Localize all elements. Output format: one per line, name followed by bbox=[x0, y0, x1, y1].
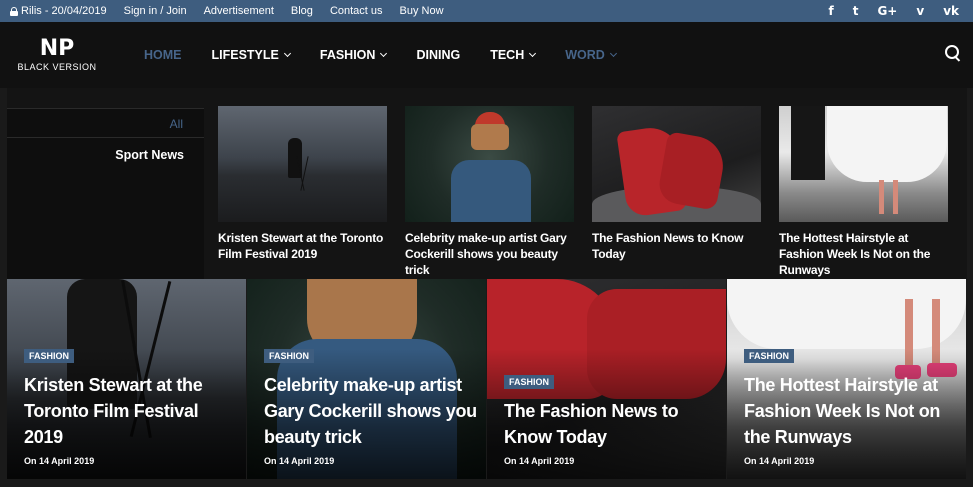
chevron-down-icon bbox=[609, 49, 617, 58]
featured-title[interactable]: Celebrity make-up artist Gary Cockerill … bbox=[264, 372, 479, 450]
chevron-down-icon bbox=[283, 49, 291, 58]
mega-menu-sidebar: All Sport News bbox=[7, 108, 204, 279]
nav-tech[interactable]: TECH bbox=[490, 48, 537, 62]
blog-link[interactable]: Blog bbox=[291, 5, 313, 17]
featured-title[interactable]: Kristen Stewart at the Toronto Film Fest… bbox=[24, 372, 239, 450]
mega-card[interactable]: The Hottest Hairstyle at Fashion Week Is… bbox=[779, 106, 948, 278]
featured-post[interactable]: FASHION The Hottest Hairstyle at Fashion… bbox=[727, 279, 966, 479]
social-links: f t G+ v vk bbox=[809, 0, 959, 22]
facebook-icon[interactable]: f bbox=[828, 4, 833, 18]
card-image[interactable] bbox=[405, 106, 574, 222]
top-links: Rilis - 20/04/2019 Sign in / Join Advert… bbox=[0, 5, 461, 17]
category-badge[interactable]: FASHION bbox=[504, 375, 555, 389]
card-title[interactable]: Celebrity make-up artist Gary Cockerill … bbox=[405, 230, 574, 278]
category-badge[interactable]: FASHION bbox=[24, 349, 75, 363]
card-image[interactable] bbox=[218, 106, 387, 222]
lock-icon bbox=[10, 6, 18, 16]
featured-post[interactable]: FASHION The Fashion News to Know Today O… bbox=[487, 279, 726, 479]
featured-date: On 14 April 2019 bbox=[504, 456, 575, 466]
nav-dining[interactable]: DINING bbox=[416, 48, 460, 62]
site-logo[interactable]: NP BLACK VERSION bbox=[12, 36, 102, 73]
twitter-icon[interactable]: t bbox=[853, 4, 859, 18]
card-image[interactable] bbox=[592, 106, 761, 222]
card-title[interactable]: The Hottest Hairstyle at Fashion Week Is… bbox=[779, 230, 948, 278]
vk-icon[interactable]: vk bbox=[943, 4, 959, 18]
featured-date: On 14 April 2019 bbox=[264, 456, 335, 466]
buy-now-link[interactable]: Buy Now bbox=[400, 5, 444, 17]
nav-word[interactable]: WORD bbox=[565, 48, 617, 62]
chevron-down-icon bbox=[380, 49, 388, 58]
card-title[interactable]: Kristen Stewart at the Toronto Film Fest… bbox=[218, 230, 387, 262]
mega-card[interactable]: The Fashion News to Know Today bbox=[592, 106, 761, 262]
featured-grid: FASHION Kristen Stewart at the Toronto F… bbox=[7, 279, 967, 479]
featured-title[interactable]: The Fashion News to Know Today bbox=[504, 398, 719, 450]
category-badge[interactable]: FASHION bbox=[744, 349, 795, 363]
contact-link[interactable]: Contact us bbox=[330, 5, 383, 17]
featured-post[interactable]: FASHION Celebrity make-up artist Gary Co… bbox=[247, 279, 486, 479]
googleplus-icon[interactable]: G+ bbox=[877, 4, 897, 18]
logo-subtitle: BLACK VERSION bbox=[17, 62, 97, 72]
mega-menu-sport-news[interactable]: Sport News bbox=[7, 148, 204, 162]
mega-card[interactable]: Kristen Stewart at the Toronto Film Fest… bbox=[218, 106, 387, 262]
featured-post[interactable]: FASHION Kristen Stewart at the Toronto F… bbox=[7, 279, 246, 479]
signin-link[interactable]: Sign in / Join bbox=[124, 5, 187, 17]
release-date: Rilis - 20/04/2019 bbox=[10, 5, 107, 17]
vimeo-icon[interactable]: v bbox=[916, 4, 924, 18]
mega-menu-all[interactable]: All bbox=[7, 108, 204, 138]
nav-lifestyle[interactable]: LIFESTYLE bbox=[212, 48, 291, 62]
top-bar: Rilis - 20/04/2019 Sign in / Join Advert… bbox=[0, 0, 973, 22]
search-icon[interactable] bbox=[945, 45, 963, 63]
advertisement-link[interactable]: Advertisement bbox=[204, 5, 274, 17]
nav-fashion[interactable]: FASHION bbox=[320, 48, 388, 62]
card-title[interactable]: The Fashion News to Know Today bbox=[592, 230, 761, 262]
main-nav: HOME LIFESTYLE FASHION DINING TECH WORD bbox=[144, 22, 646, 88]
logo-mark: NP bbox=[39, 36, 75, 61]
featured-date: On 14 April 2019 bbox=[744, 456, 815, 466]
mega-card[interactable]: Celebrity make-up artist Gary Cockerill … bbox=[405, 106, 574, 278]
category-badge[interactable]: FASHION bbox=[264, 349, 315, 363]
nav-home[interactable]: HOME bbox=[144, 48, 182, 62]
main-header: NP BLACK VERSION HOME LIFESTYLE FASHION … bbox=[0, 22, 973, 88]
card-image[interactable] bbox=[779, 106, 948, 222]
featured-title[interactable]: The Hottest Hairstyle at Fashion Week Is… bbox=[744, 372, 959, 450]
featured-date: On 14 April 2019 bbox=[24, 456, 95, 466]
mega-menu: All Sport News Kristen Stewart at the To… bbox=[7, 88, 967, 279]
chevron-down-icon bbox=[529, 49, 537, 58]
